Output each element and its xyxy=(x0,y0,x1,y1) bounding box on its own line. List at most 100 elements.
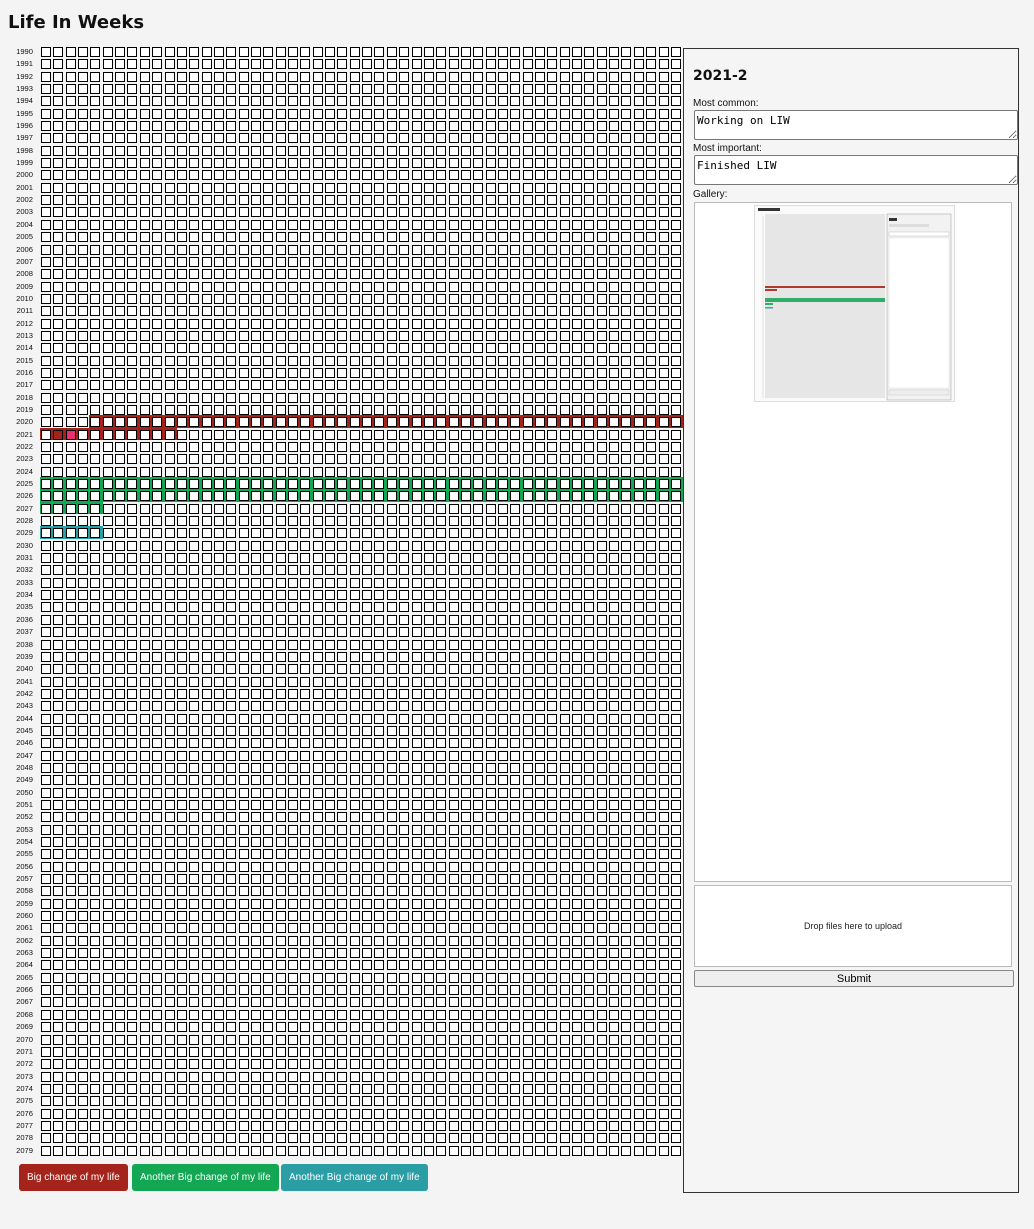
week-cell[interactable] xyxy=(362,1034,373,1045)
week-cell[interactable] xyxy=(386,849,397,860)
week-cell[interactable] xyxy=(572,738,583,749)
week-cell[interactable] xyxy=(189,96,200,107)
week-cell[interactable] xyxy=(90,404,101,415)
week-cell[interactable] xyxy=(448,1096,459,1107)
week-cell[interactable] xyxy=(485,479,496,490)
week-cell[interactable] xyxy=(349,330,360,341)
week-cell[interactable] xyxy=(411,1108,422,1119)
week-cell[interactable] xyxy=(596,1108,607,1119)
week-cell[interactable] xyxy=(288,614,298,625)
week-cell[interactable] xyxy=(250,96,261,107)
week-cell[interactable] xyxy=(362,565,373,576)
week-cell[interactable] xyxy=(559,812,570,823)
week-cell[interactable] xyxy=(559,614,570,625)
week-cell[interactable] xyxy=(325,108,336,119)
week-cell[interactable] xyxy=(288,244,298,255)
week-cell[interactable] xyxy=(41,824,51,835)
week-cell[interactable] xyxy=(609,911,620,922)
week-cell[interactable] xyxy=(510,972,521,983)
week-cell[interactable] xyxy=(609,837,620,847)
week-cell[interactable] xyxy=(584,491,595,502)
week-cell[interactable] xyxy=(411,787,422,798)
week-cell[interactable] xyxy=(510,219,521,230)
week-cell[interactable] xyxy=(670,651,681,662)
week-cell[interactable] xyxy=(349,997,360,1008)
week-cell[interactable] xyxy=(448,1145,459,1156)
week-cell[interactable] xyxy=(349,293,360,304)
week-cell[interactable] xyxy=(250,985,261,996)
week-cell[interactable] xyxy=(559,775,570,786)
week-cell[interactable] xyxy=(362,293,373,304)
week-cell[interactable] xyxy=(535,207,545,218)
week-cell[interactable] xyxy=(386,812,397,823)
week-cell[interactable] xyxy=(349,318,360,329)
week-cell[interactable] xyxy=(670,269,681,280)
week-cell[interactable] xyxy=(386,466,397,477)
week-cell[interactable] xyxy=(670,1083,681,1094)
week-cell[interactable] xyxy=(53,343,64,354)
week-cell[interactable] xyxy=(152,232,163,243)
week-cell[interactable] xyxy=(78,799,89,810)
week-cell[interactable] xyxy=(547,614,558,625)
week-cell[interactable] xyxy=(90,565,101,576)
week-cell[interactable] xyxy=(535,306,545,317)
week-cell[interactable] xyxy=(288,787,298,798)
week-cell[interactable] xyxy=(670,948,681,959)
week-cell[interactable] xyxy=(176,330,187,341)
week-cell[interactable] xyxy=(460,466,471,477)
week-cell[interactable] xyxy=(263,318,274,329)
week-cell[interactable] xyxy=(325,701,336,712)
week-cell[interactable] xyxy=(65,874,76,885)
week-cell[interactable] xyxy=(90,133,101,144)
week-cell[interactable] xyxy=(485,923,496,934)
week-cell[interactable] xyxy=(386,837,397,847)
week-cell[interactable] xyxy=(596,972,607,983)
week-cell[interactable] xyxy=(658,306,669,317)
week-cell[interactable] xyxy=(485,701,496,712)
week-cell[interactable] xyxy=(250,713,261,724)
week-cell[interactable] xyxy=(584,553,595,564)
week-cell[interactable] xyxy=(300,479,311,490)
week-cell[interactable] xyxy=(399,528,410,539)
week-cell[interactable] xyxy=(152,1145,163,1156)
week-cell[interactable] xyxy=(510,750,521,761)
week-cell[interactable] xyxy=(658,1083,669,1094)
week-cell[interactable] xyxy=(609,442,620,452)
week-cell[interactable] xyxy=(374,540,385,551)
week-cell[interactable] xyxy=(423,738,434,749)
week-cell[interactable] xyxy=(53,1083,64,1094)
week-cell[interactable] xyxy=(535,849,545,860)
week-cell[interactable] xyxy=(485,59,496,70)
week-cell[interactable] xyxy=(460,59,471,70)
week-cell[interactable] xyxy=(288,1009,298,1020)
most-important-field[interactable] xyxy=(694,155,1018,185)
week-cell[interactable] xyxy=(349,491,360,502)
week-cell[interactable] xyxy=(497,614,508,625)
week-cell[interactable] xyxy=(250,540,261,551)
week-cell[interactable] xyxy=(411,812,422,823)
week-cell[interactable] xyxy=(176,84,187,95)
week-cell[interactable] xyxy=(547,121,558,132)
week-cell[interactable] xyxy=(325,244,336,255)
week-cell[interactable] xyxy=(201,1009,212,1020)
week-cell[interactable] xyxy=(609,701,620,712)
week-cell[interactable] xyxy=(226,837,237,847)
week-cell[interactable] xyxy=(621,1145,632,1156)
week-cell[interactable] xyxy=(448,170,459,181)
week-cell[interactable] xyxy=(337,639,348,650)
week-cell[interactable] xyxy=(189,330,200,341)
week-cell[interactable] xyxy=(609,479,620,490)
week-cell[interactable] xyxy=(78,787,89,798)
week-cell[interactable] xyxy=(658,170,669,181)
week-cell[interactable] xyxy=(633,664,644,675)
week-cell[interactable] xyxy=(115,232,126,243)
week-cell[interactable] xyxy=(510,565,521,576)
week-cell[interactable] xyxy=(263,750,274,761)
week-cell[interactable] xyxy=(300,404,311,415)
week-cell[interactable] xyxy=(238,84,249,95)
week-cell[interactable] xyxy=(325,84,336,95)
week-cell[interactable] xyxy=(53,1022,64,1033)
week-cell[interactable] xyxy=(658,898,669,909)
week-cell[interactable] xyxy=(621,738,632,749)
week-cell[interactable] xyxy=(127,762,138,773)
